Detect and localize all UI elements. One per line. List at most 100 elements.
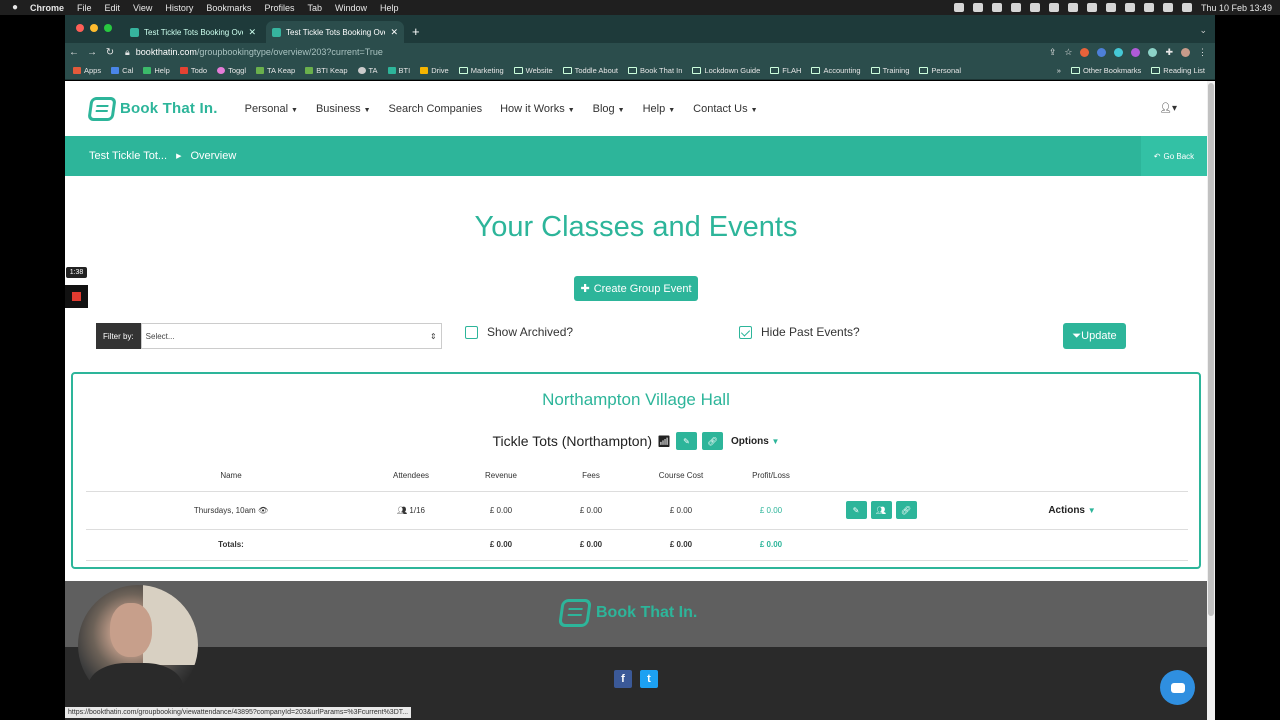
status-icon[interactable]	[972, 3, 983, 12]
gear-icon[interactable]	[1010, 3, 1021, 12]
hide-past-events-checkbox[interactable]: Hide Past Events?	[739, 325, 860, 339]
menu-app-name[interactable]: Chrome	[30, 3, 64, 13]
cell-name[interactable]: Thursdays, 10am 👁︎	[86, 491, 376, 530]
bookmark-folder-accounting[interactable]: Accounting	[811, 66, 861, 75]
bookmark-folder-training[interactable]: Training	[870, 66, 909, 75]
nav-contact-us[interactable]: Contact Us ▼	[693, 103, 757, 115]
more-menu-icon[interactable]: ⋮	[1198, 47, 1207, 58]
close-tab-icon[interactable]: ✕	[248, 27, 256, 38]
browser-tab-active[interactable]: Test Tickle Tots Booking Overv ✕	[266, 21, 404, 43]
lock-icon[interactable]: 🔒︎	[125, 47, 130, 58]
footer-logo[interactable]: Book That In.	[558, 599, 697, 627]
clock-datetime[interactable]: Thu 10 Feb 13:49	[1201, 3, 1272, 13]
update-button[interactable]: ⏷ Update	[1063, 323, 1126, 349]
menu-tab[interactable]: Tab	[307, 3, 322, 13]
bookmark-ta[interactable]: TA	[357, 66, 378, 75]
apple-icon[interactable]: ●	[0, 2, 30, 13]
bookmark-drive[interactable]: Drive	[420, 66, 449, 75]
status-icon[interactable]	[953, 3, 964, 12]
extension-icon[interactable]	[1148, 47, 1158, 57]
back-arrow-icon[interactable]: ←	[65, 47, 83, 58]
bookmark-ta-keap[interactable]: TA Keap	[256, 66, 295, 75]
bookmark-help[interactable]: Help	[143, 66, 170, 75]
new-tab-icon[interactable]: +	[412, 24, 420, 39]
user-account-icon[interactable]: 👤︎▾	[1159, 103, 1177, 114]
puzzle-extensions-icon[interactable]: ✚	[1165, 47, 1173, 58]
bookmark-todo[interactable]: Todo	[179, 66, 207, 75]
status-icon[interactable]	[1048, 3, 1059, 12]
extension-icon[interactable]	[1131, 47, 1141, 57]
status-icon[interactable]	[991, 3, 1002, 12]
bookmark-folder-website[interactable]: Website	[513, 66, 553, 75]
eye-icon[interactable]: 👁︎	[258, 506, 268, 515]
search-icon[interactable]	[1143, 3, 1154, 12]
menu-help[interactable]: Help	[380, 3, 399, 13]
link-class-button[interactable]: 🔗︎	[701, 432, 723, 450]
nav-search-companies[interactable]: Search Companies	[389, 103, 483, 115]
control-center-icon[interactable]	[1162, 3, 1173, 12]
forward-arrow-icon[interactable]: →	[83, 47, 101, 58]
bookmark-folder-toddle-about[interactable]: Toddle About	[562, 66, 618, 75]
zoom-window-button[interactable]	[104, 24, 112, 32]
bookmark-bti-keap[interactable]: BTI Keap	[305, 66, 348, 75]
menu-window[interactable]: Window	[335, 3, 367, 13]
view-attendance-button[interactable]: 👥︎	[870, 501, 892, 519]
extension-icon[interactable]	[1097, 47, 1107, 57]
clock-icon[interactable]	[1067, 3, 1078, 12]
battery-icon[interactable]	[1105, 3, 1116, 12]
twitter-icon[interactable]: t	[640, 670, 658, 688]
bookmark-other-bookmarks[interactable]: Other Bookmarks	[1070, 66, 1141, 75]
bookmark-reading-list[interactable]: Reading List	[1151, 66, 1205, 75]
nav-how-it-works[interactable]: How it Works ▼	[500, 103, 575, 115]
bookmark-toggl[interactable]: Toggl	[217, 66, 246, 75]
edit-class-button[interactable]: ✎	[675, 432, 697, 450]
bookmark-folder-personal[interactable]: Personal	[919, 66, 961, 75]
wifi-icon[interactable]	[1124, 3, 1135, 12]
menu-bookmarks[interactable]: Bookmarks	[206, 3, 251, 13]
options-dropdown[interactable]: Options ▼	[731, 436, 779, 447]
siri-icon[interactable]	[1181, 3, 1192, 12]
menu-profiles[interactable]: Profiles	[264, 3, 294, 13]
menu-file[interactable]: File	[77, 3, 92, 13]
show-archived-checkbox[interactable]: Show Archived?	[465, 325, 573, 339]
status-icon[interactable]	[1029, 3, 1040, 12]
nav-personal[interactable]: Personal ▼	[245, 103, 298, 115]
nav-business[interactable]: Business ▼	[316, 103, 371, 115]
nav-blog[interactable]: Blog ▼	[593, 103, 625, 115]
reload-icon[interactable]: ↻	[101, 47, 119, 58]
filter-select[interactable]: Select... ⇕	[140, 323, 442, 349]
breadcrumb-company[interactable]: Test Tickle Tot...	[89, 150, 167, 162]
bookmark-folder-marketing[interactable]: Marketing	[458, 66, 504, 75]
menu-edit[interactable]: Edit	[105, 3, 121, 13]
create-group-event-button[interactable]: ✚ Create Group Event	[574, 276, 698, 301]
tab-search-chevron-icon[interactable]: ⌄	[1199, 25, 1215, 43]
profile-avatar[interactable]	[1181, 47, 1190, 57]
facebook-icon[interactable]: f	[614, 670, 632, 688]
minimize-window-button[interactable]	[90, 24, 98, 32]
close-tab-icon[interactable]: ✕	[390, 27, 398, 38]
checkbox-box-checked[interactable]	[739, 325, 752, 339]
bookmark-bti[interactable]: BTI	[387, 66, 410, 75]
menu-view[interactable]: View	[133, 3, 152, 13]
bookmark-cal[interactable]: Cal	[111, 66, 133, 75]
extension-icon[interactable]	[1080, 47, 1090, 57]
bookmark-folder-book-that-in[interactable]: Book That In	[628, 66, 682, 75]
checkbox-box[interactable]	[465, 325, 478, 339]
bookmark-folder-flah[interactable]: FLAH	[770, 66, 801, 75]
bookmark-star-icon[interactable]: ☆	[1064, 47, 1072, 58]
bookmark-apps[interactable]: Apps	[73, 66, 101, 75]
nav-help[interactable]: Help ▼	[643, 103, 676, 115]
actions-dropdown[interactable]: Actions ▼	[1048, 505, 1095, 516]
chat-bubble-button[interactable]	[1160, 670, 1195, 705]
stop-recording-button[interactable]	[65, 285, 88, 308]
browser-tab[interactable]: Test Tickle Tots Booking Overv ✕	[124, 21, 262, 43]
bluetooth-icon[interactable]	[1086, 3, 1097, 12]
scrollbar-thumb[interactable]	[1208, 83, 1214, 616]
share-icon[interactable]: ⇪	[1049, 47, 1057, 58]
bookmark-folder-lockdown-guide[interactable]: Lockdown Guide	[692, 66, 760, 75]
edit-event-button[interactable]: ✎	[845, 501, 867, 519]
address-bar[interactable]: 🔒︎ bookthatin.com/groupbookingtype/overv…	[119, 45, 1049, 60]
go-back-button[interactable]: ↶ Go Back	[1141, 136, 1207, 176]
link-event-button[interactable]: 🔗︎	[895, 501, 917, 519]
page-scrollbar[interactable]	[1207, 81, 1215, 720]
